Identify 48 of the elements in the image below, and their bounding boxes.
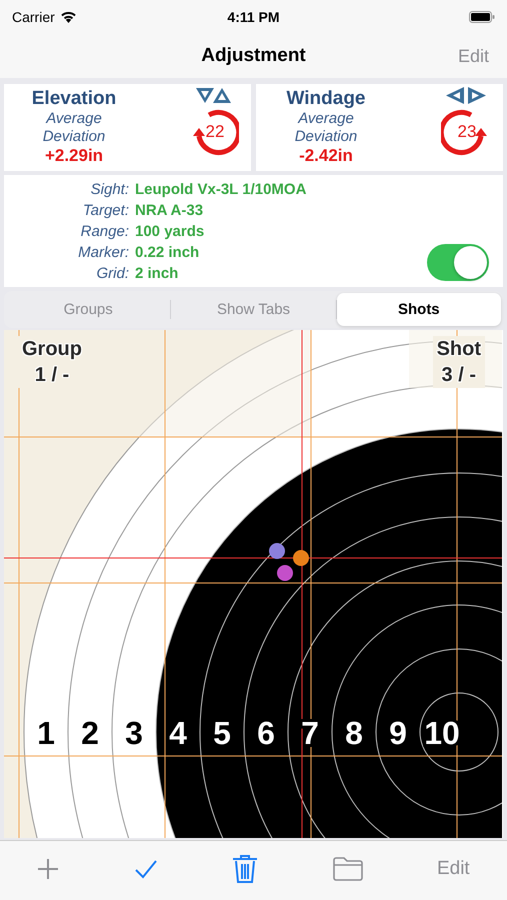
adjustment-subtitle: Average Deviation [42,110,106,146]
shot-counter: 3 / - [442,363,476,388]
left-right-arrows-icon [444,86,488,105]
wifi-icon [60,11,77,23]
ring-number: 1 [37,715,55,751]
group-counter: 1 / - [34,363,70,388]
info-label: Grid: [95,264,129,284]
adjustment-title: Elevation [32,88,116,110]
shot-marker[interactable] [293,550,309,566]
screen-title: Adjustment [201,45,306,67]
segment-tab[interactable]: Shots [336,293,501,326]
trash-icon [232,854,258,884]
battery-icon [469,11,495,23]
info-label: Target: [82,201,129,221]
info-value: 0.22 inch [135,243,200,263]
click-count: 22 [204,123,226,141]
ring-number: 9 [389,715,407,751]
carrier-name: Carrier [12,9,55,25]
ring-number: 3 [125,715,143,751]
ring-number: 6 [257,715,275,751]
deviation-value: -2.42in [299,146,353,166]
ring-number: 8 [345,715,363,751]
clock-time: 4:11 PM [227,9,280,25]
info-value: 2 inch [135,264,180,284]
add-icon [37,858,60,880]
ring-number: 2 [81,715,99,751]
group-label: Group [22,337,82,362]
adjustment-title: Windage [286,88,366,110]
info-value: 100 yards [135,222,206,242]
info-label: Range: [80,222,129,242]
ring-number: 5 [213,715,231,751]
info-label: Sight: [90,180,129,200]
shot-marker[interactable] [269,543,285,559]
shot-label: Shot [436,337,481,362]
folder-icon [332,856,363,880]
info-value: NRA A-33 [135,201,204,221]
toggle-switch[interactable] [427,244,489,281]
click-count: 23 [456,123,478,141]
checkmark-icon [134,858,158,878]
shot-marker[interactable] [277,565,293,581]
info-label: Marker: [77,243,129,263]
adjustment-subtitle: Average Deviation [294,110,358,146]
segment-tab[interactable]: Show Tabs [171,293,336,326]
info-value: Leupold Vx-3L 1/10MOA [135,180,306,200]
deviation-value: +2.29in [44,146,104,166]
up-down-arrows-icon [194,86,234,105]
ring-number: 4 [169,715,187,751]
segment-tab[interactable]: Groups [6,293,170,326]
